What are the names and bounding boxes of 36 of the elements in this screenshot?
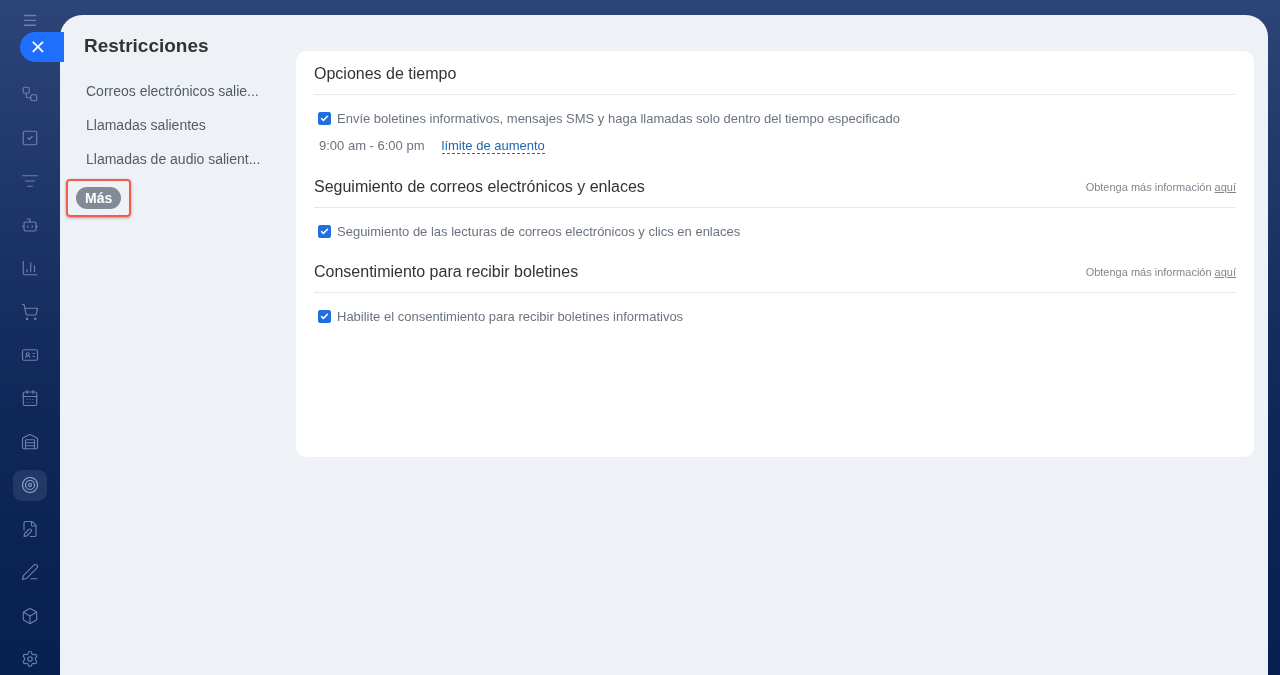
info-link[interactable]: aquí: [1214, 266, 1236, 278]
robot-icon: [21, 215, 39, 234]
nodes-icon: [21, 85, 39, 104]
nav-item[interactable]: Correos electrónicos salie...: [84, 83, 296, 117]
info-link[interactable]: aquí: [1214, 181, 1236, 193]
section-title: Seguimiento de correos electrónicos y enlaces: [314, 178, 645, 196]
close-button[interactable]: ×: [20, 32, 64, 62]
option-label: Envíe boletines informativos, mensajes SMS y haga llamadas solo dentro del tiempo especificado: [337, 111, 900, 126]
section-title: Opciones de tiempo: [314, 65, 457, 83]
card-icon: [21, 346, 39, 364]
pen-icon: [21, 563, 39, 582]
checkbox[interactable]: [318, 225, 331, 238]
bar-chart-icon: [21, 259, 39, 278]
menu-icon[interactable]: [21, 12, 39, 29]
calendar-icon: [21, 389, 39, 408]
sidebar-item[interactable]: [13, 469, 47, 502]
target-icon: [21, 476, 39, 495]
option-label: Seguimiento de las lecturas de correos electrónicos y clics en enlaces: [337, 224, 741, 239]
checkbox[interactable]: [318, 310, 331, 323]
more-button[interactable]: Más: [76, 187, 122, 209]
warehouse-icon: [21, 432, 39, 451]
panel-title: Restricciones: [84, 35, 210, 57]
file-edit-icon: [21, 519, 39, 538]
cube-icon: [21, 606, 39, 625]
checkbox[interactable]: [318, 112, 331, 125]
cart-icon: [21, 302, 39, 321]
time-range: 9:00 am - 6:00 pm: [319, 138, 425, 153]
option-label: Habilite el consentimiento para recibir boletines informativos: [337, 309, 684, 324]
nav-item[interactable]: Llamadas salientes: [84, 117, 296, 151]
section-title: Consentimiento para recibir boletines: [314, 263, 579, 281]
checkbox-icon: [21, 128, 39, 147]
time-link[interactable]: límite de aumento: [441, 138, 545, 154]
info-text: Obtenga más información: [1085, 266, 1212, 278]
nav-item[interactable]: Llamadas de audio salient...: [84, 151, 296, 185]
info-text: Obtenga más información: [1085, 181, 1212, 193]
settings-icon: [21, 650, 39, 669]
